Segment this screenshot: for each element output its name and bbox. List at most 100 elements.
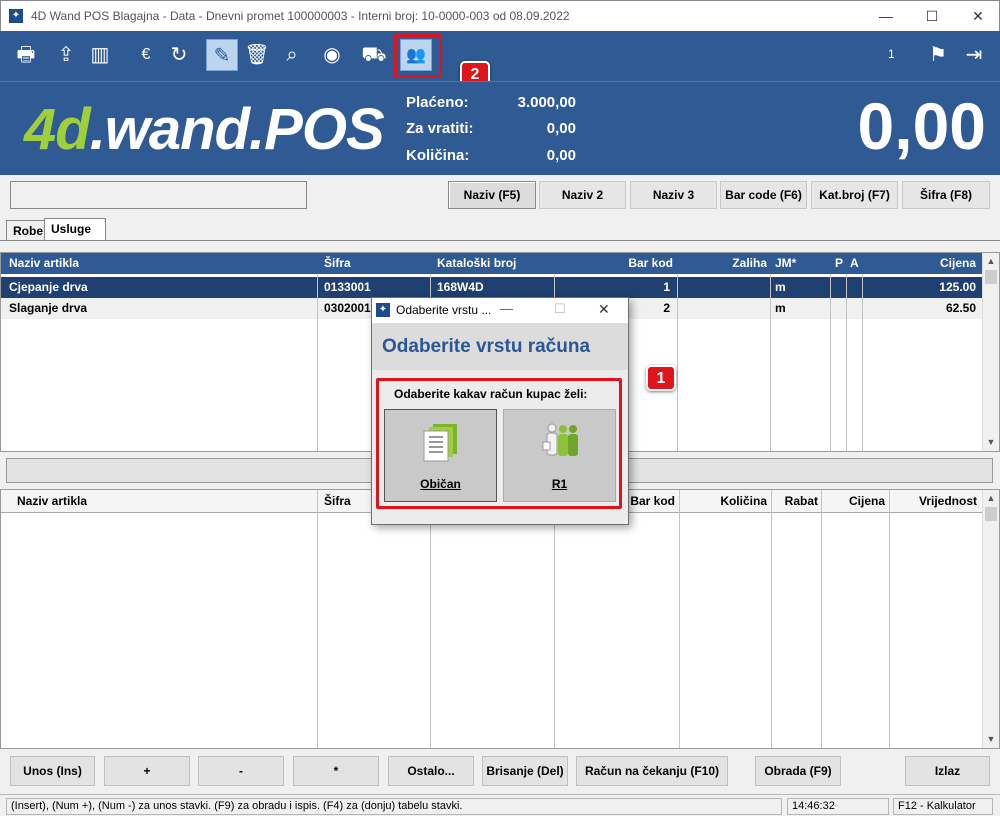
obrada-button[interactable]: Obrada (F9)	[755, 756, 841, 786]
dialog-callout-frame	[376, 378, 622, 509]
close-button[interactable]: ✕	[955, 1, 1000, 31]
col-cijena[interactable]: Cijena	[863, 253, 976, 274]
quantity-value: 0,00	[546, 147, 576, 164]
col-divider	[317, 274, 318, 451]
col-katbroj[interactable]: Kataloški broj	[437, 253, 516, 274]
plus-button[interactable]: +	[104, 756, 190, 786]
pos-logo: 4d.wand.POS	[24, 97, 385, 162]
col-divider	[862, 274, 863, 451]
cell-jm: m	[775, 301, 786, 315]
table-row[interactable]: Cjepanje drva 0133001 168W4D 1 m 125.00	[1, 277, 984, 298]
brisanje-button[interactable]: Brisanje (Del)	[482, 756, 568, 786]
dialog-close-button[interactable]: ✕	[598, 301, 610, 318]
items-grid: Naziv artikla Šifra Bar kod Količina Rab…	[0, 489, 1000, 749]
paid-value: 3.000,00	[517, 94, 576, 111]
cell-jm: m	[775, 280, 786, 294]
cell-sifra: 0302001	[324, 301, 371, 315]
status-time: 14:46:32	[787, 798, 889, 815]
cell-sifra: 0133001	[324, 280, 371, 294]
col-cijena[interactable]: Cijena	[823, 491, 885, 512]
tab-panel-edge	[0, 240, 1000, 252]
scroll-up-icon[interactable]: ▲	[983, 490, 999, 507]
multiply-button[interactable]: *	[293, 756, 379, 786]
upload-tray-icon[interactable]: ⇪	[50, 39, 82, 71]
toolbar-callout-frame	[394, 34, 442, 78]
dialog-minimize-button[interactable]: —	[500, 301, 513, 316]
status-bar: (Insert), (Num +), (Num -) za unos stavk…	[0, 794, 1000, 816]
counter-label: 1	[888, 47, 895, 61]
col-kolicina[interactable]: Količina	[681, 491, 767, 512]
dialog-title: Odaberite vrstu ...	[396, 303, 492, 317]
cell-katbroj: 168W4D	[437, 280, 484, 294]
tab-usluge[interactable]: Usluge	[44, 218, 106, 240]
scroll-thumb[interactable]	[985, 270, 997, 284]
app-compass-icon: ✦	[376, 303, 390, 317]
search-by-name3-button[interactable]: Naziv 3	[630, 181, 717, 209]
articles-scrollbar[interactable]: ▲ ▼	[982, 253, 999, 451]
col-divider	[821, 490, 822, 748]
col-barkod[interactable]: Bar kod	[555, 253, 673, 274]
search-by-catalog-button[interactable]: Kat.broj (F7)	[811, 181, 898, 209]
search-by-barcode-button[interactable]: Bar code (F6)	[720, 181, 807, 209]
col-sifra[interactable]: Šifra	[324, 491, 351, 512]
col-divider	[317, 490, 318, 748]
col-p[interactable]: P	[835, 253, 843, 274]
status-hint: (Insert), (Num +), (Num -) za unos stavk…	[6, 798, 782, 815]
col-divider	[770, 274, 771, 451]
search-input[interactable]	[10, 181, 307, 209]
title-bar: ✦ 4D Wand POS Blagajna - Data - Dnevni p…	[0, 0, 1000, 31]
col-divider	[846, 274, 847, 451]
calculator-pen-icon[interactable]: ✎	[206, 39, 238, 71]
col-zaliha[interactable]: Zaliha	[677, 253, 767, 274]
col-vrijednost[interactable]: Vrijednost	[891, 491, 977, 512]
dialog-maximize-button[interactable]: ☐	[554, 301, 566, 317]
search-by-name2-button[interactable]: Naziv 2	[539, 181, 626, 209]
toolbar: 🖶 ⇪ ▥ € ↻ ✎ 🗑 ⌕ ◉ ⛟ 👥 1 ⚑ ⇥	[0, 31, 1000, 81]
quantity-label: Količina:	[406, 147, 470, 164]
minus-button[interactable]: -	[198, 756, 284, 786]
articles-header: Naziv artikla Šifra Kataloški broj Bar k…	[1, 253, 984, 274]
scroll-down-icon[interactable]: ▼	[983, 434, 999, 451]
col-jm[interactable]: JM*	[775, 253, 796, 274]
minimize-button[interactable]: —	[863, 1, 909, 31]
barcode-icon[interactable]: ▥	[84, 39, 116, 71]
scroll-down-icon[interactable]: ▼	[983, 731, 999, 748]
racun-na-cekanju-button[interactable]: Račun na čekanju (F10)	[576, 756, 728, 786]
dialog-heading: Odaberite vrstu računa	[382, 336, 591, 357]
search-icon[interactable]: ⌕	[276, 39, 308, 71]
izlaz-button[interactable]: Izlaz	[905, 756, 990, 786]
exit-icon[interactable]: ⇥	[958, 39, 990, 71]
trash-icon[interactable]: 🗑	[241, 39, 273, 71]
col-sifra[interactable]: Šifra	[324, 253, 351, 274]
maximize-button[interactable]: ☐	[909, 1, 955, 31]
cell-barkod: 1	[663, 280, 670, 294]
paid-label: Plaćeno:	[406, 94, 469, 111]
col-a[interactable]: A	[850, 253, 859, 274]
col-rabat[interactable]: Rabat	[773, 491, 818, 512]
col-divider	[679, 490, 680, 748]
col-divider	[771, 490, 772, 748]
dialog-title-bar: ✦ Odaberite vrstu ... — ☐ ✕	[372, 298, 628, 323]
col-divider	[554, 490, 555, 748]
col-divider	[889, 490, 890, 748]
cell-naziv: Cjepanje drva	[9, 280, 88, 294]
callout-badge-1: 1	[646, 365, 676, 391]
signpost-icon[interactable]: ⚑	[922, 39, 954, 71]
search-by-name-button[interactable]: Naziv (F5)	[448, 181, 536, 209]
refresh-icon[interactable]: ↻	[163, 39, 195, 71]
col-naziv[interactable]: Naziv artikla	[17, 491, 87, 512]
items-scrollbar[interactable]: ▲ ▼	[982, 490, 999, 748]
hand-truck-icon[interactable]: ⛟	[358, 39, 390, 71]
printer-icon[interactable]: 🖶	[10, 39, 42, 71]
search-by-code-button[interactable]: Šifra (F8)	[902, 181, 990, 209]
pos-banner: 4d.wand.POS Plaćeno: 3.000,00 Za vratiti…	[0, 81, 1000, 175]
cell-naziv: Slaganje drva	[9, 301, 88, 315]
record-icon[interactable]: ◉	[316, 39, 348, 71]
scroll-thumb[interactable]	[985, 507, 997, 521]
ostalo-button[interactable]: Ostalo...	[388, 756, 474, 786]
change-value: 0,00	[546, 120, 576, 137]
euro-icon[interactable]: €	[130, 39, 162, 71]
scroll-up-icon[interactable]: ▲	[983, 253, 999, 270]
unos-button[interactable]: Unos (Ins)	[10, 756, 95, 786]
col-naziv[interactable]: Naziv artikla	[9, 253, 79, 274]
